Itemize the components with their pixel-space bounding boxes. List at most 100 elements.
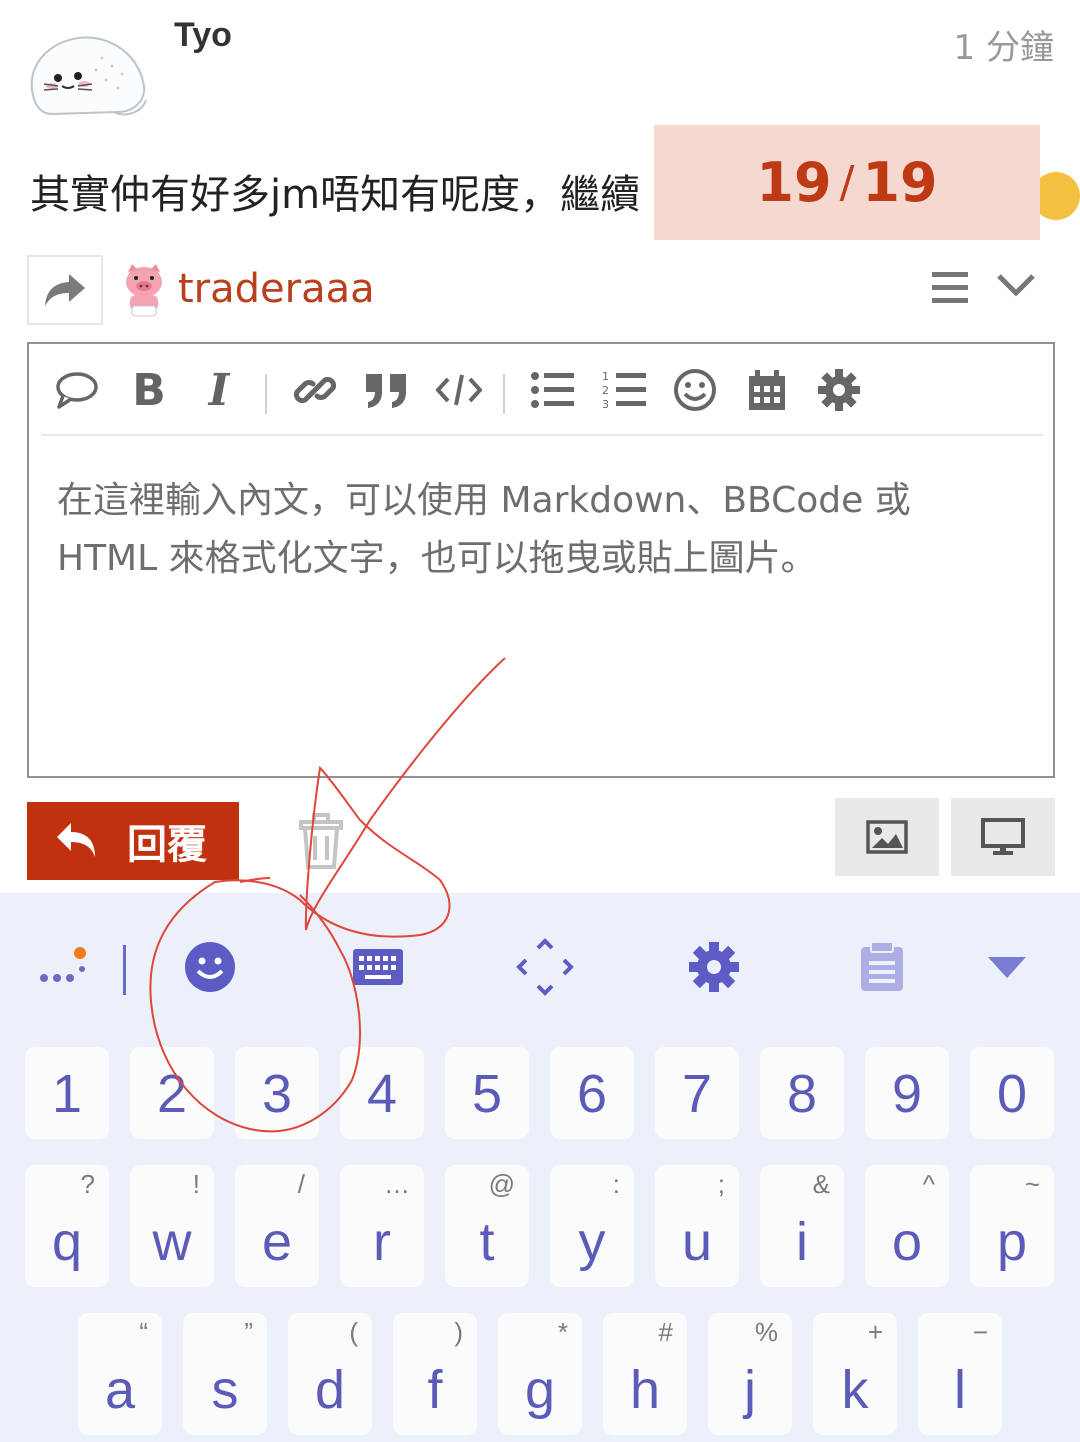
key-label: a [104,1360,136,1420]
key-hint: ” [244,1317,253,1347]
key-hint: @ [488,1169,515,1199]
letter-key-j[interactable]: % j [708,1313,792,1435]
key-label: o [891,1212,923,1272]
gear-icon[interactable] [815,366,863,414]
reply-button[interactable]: 回覆 [27,802,239,880]
bullet-list-icon[interactable] [529,366,577,414]
key-label: u [681,1212,713,1272]
letter-key-d[interactable]: (d [288,1313,372,1435]
composer-menu-icon[interactable] [930,270,970,310]
key-hint: ) [454,1317,463,1347]
number-key-6[interactable]: 6 [550,1047,634,1139]
upload-image-button[interactable] [835,798,939,876]
number-key-0[interactable]: 0 [970,1047,1054,1139]
composer-editor[interactable]: B I 123 在這裡輸入內文，可以使用 Markdown、BBCode 或 H… [27,342,1055,778]
quote-icon[interactable] [53,366,101,414]
letter-key-e[interactable]: / e [235,1165,319,1287]
letter-key-u[interactable]: ; u [655,1165,739,1287]
seal-avatar-icon[interactable] [22,28,152,124]
key-label: 3 [261,1064,293,1124]
virtual-keyboard: 1 2 3 4 5 6 7 8 9 0? q! w / e… r @ t: y; u & i ^ o ~ p “a” s(d) f * g… [0,893,1080,1442]
key-label: e [261,1212,293,1272]
reply-to-username[interactable]: traderaaa [178,266,375,312]
keyboard-keys: 1 2 3 4 5 6 7 8 9 0? q! w / e… r @ t: y; u & i ^ o ~ p “a” s(d) f * g… [0,893,1080,1442]
key-hint: ( [349,1317,358,1347]
progress-current: 19 [756,151,832,214]
editor-placeholder[interactable]: 在這裡輸入內文，可以使用 Markdown、BBCode 或 HTML 來格式化… [57,472,1017,588]
letter-key-f[interactable]: ) f [393,1313,477,1435]
trash-icon[interactable] [296,812,346,874]
key-label: 4 [366,1064,398,1124]
reply-button-label: 回覆 [127,822,207,868]
key-hint: / [297,1169,305,1199]
letter-key-r[interactable]: … r [340,1165,424,1287]
toggle-preview-button[interactable] [951,798,1055,876]
key-label: t [479,1212,495,1272]
svg-text:1: 1 [602,370,609,383]
number-key-3[interactable]: 3 [235,1047,319,1139]
letter-key-a[interactable]: “a [78,1313,162,1435]
share-arrow-icon [45,274,85,306]
letter-key-w[interactable]: ! w [130,1165,214,1287]
key-label: 8 [786,1064,818,1124]
key-label: y [578,1212,606,1272]
link-icon[interactable] [291,366,339,414]
key-label: d [314,1360,346,1420]
numbered-list-icon[interactable]: 123 [601,366,649,414]
emoji-icon[interactable] [671,366,719,414]
editor-toolbar: B I 123 [41,344,1043,436]
image-icon [866,820,908,854]
key-hint: “ [139,1317,148,1347]
letter-key-p[interactable]: ~ p [970,1165,1054,1287]
letter-key-t[interactable]: @ t [445,1165,529,1287]
reply-share-button[interactable] [27,255,103,325]
key-label: q [51,1212,83,1272]
code-icon[interactable] [435,366,483,414]
key-label: g [524,1360,556,1420]
pig-avatar-icon [118,262,170,322]
letter-key-i[interactable]: & i [760,1165,844,1287]
letter-key-y[interactable]: :y [550,1165,634,1287]
key-hint: … [384,1169,410,1199]
key-hint: ~ [1024,1169,1040,1199]
key-label: 1 [51,1064,83,1124]
blockquote-icon[interactable] [363,366,411,414]
key-label: 0 [996,1064,1028,1124]
svg-text:2: 2 [602,384,609,397]
post-username[interactable]: Tyo [174,16,232,55]
key-hint: : [612,1169,620,1199]
chevron-down-icon[interactable] [996,272,1036,304]
number-key-2[interactable]: 2 [130,1047,214,1139]
calendar-icon[interactable] [743,366,791,414]
number-key-8[interactable]: 8 [760,1047,844,1139]
key-label: s [211,1360,239,1420]
letter-key-k[interactable]: + k [813,1313,897,1435]
letter-key-o[interactable]: ^ o [865,1165,949,1287]
letter-key-s[interactable]: ” s [183,1313,267,1435]
progress-separator: / [839,157,855,208]
key-hint: * [557,1317,568,1347]
key-label: 9 [891,1064,923,1124]
letter-key-q[interactable]: ? q [25,1165,109,1287]
key-label: j [744,1360,756,1420]
progress-total: 19 [862,151,938,214]
number-key-7[interactable]: 7 [655,1047,739,1139]
number-key-5[interactable]: 5 [445,1047,529,1139]
key-hint: # [658,1317,673,1347]
desktop-icon [981,818,1025,855]
key-label: l [954,1360,966,1420]
bold-icon[interactable]: B [129,365,169,416]
key-label: 6 [576,1064,608,1124]
toolbar-divider [265,374,267,414]
letter-key-l[interactable]: − l [918,1313,1002,1435]
italic-icon[interactable]: I [199,365,239,416]
number-key-9[interactable]: 9 [865,1047,949,1139]
number-key-4[interactable]: 4 [340,1047,424,1139]
letter-key-g[interactable]: * g [498,1313,582,1435]
letter-key-h[interactable]: # h [603,1313,687,1435]
key-label: 2 [156,1064,188,1124]
number-key-1[interactable]: 1 [25,1047,109,1139]
topic-progress-indicator[interactable]: 19 / 19 [654,125,1040,240]
reply-arrow-icon [57,823,95,857]
post-body-text: 其實仲有好多jm唔知有呢度，繼續 [30,172,641,218]
